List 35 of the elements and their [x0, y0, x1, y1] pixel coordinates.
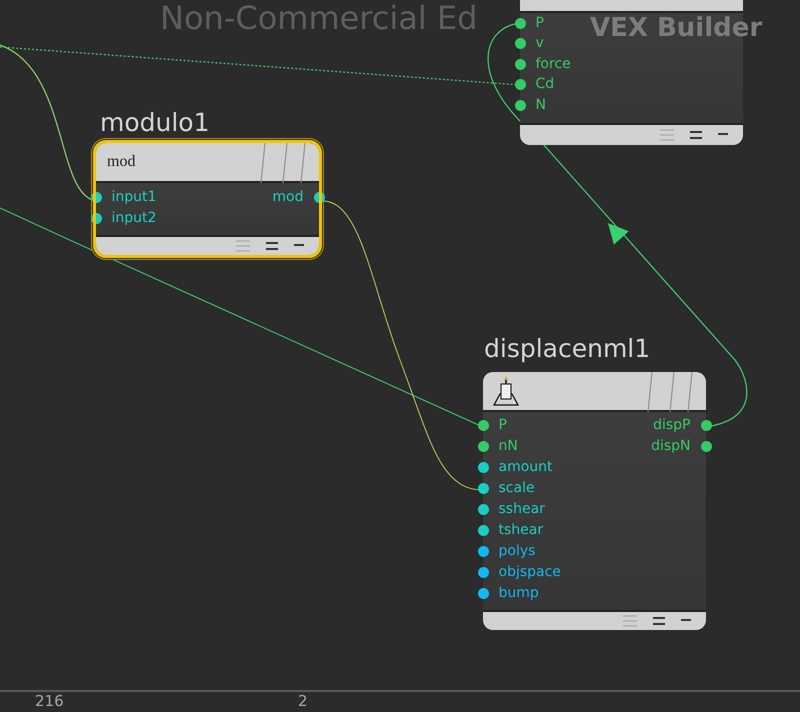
port-label: sshear: [498, 500, 545, 518]
port-label: P: [498, 416, 507, 434]
port-label: input2: [112, 208, 156, 228]
port-label: mod: [272, 188, 304, 208]
equals-icon: [265, 241, 279, 251]
equals-icon: [689, 130, 703, 140]
node-title: modulo1: [100, 110, 210, 135]
minus-icon: [293, 243, 305, 249]
port-label: polys: [498, 542, 536, 560]
port-label: P: [536, 14, 544, 33]
node-type-icon: [491, 375, 521, 407]
port-label: scale: [498, 478, 535, 498]
port-label: dispN: [651, 436, 690, 456]
minus-icon: [717, 132, 729, 138]
node-title: displacenml1: [484, 336, 650, 361]
port-label: objspace: [498, 562, 561, 582]
status-value: 2: [298, 694, 308, 709]
list-icon: [235, 239, 251, 253]
equals-icon: [652, 616, 666, 626]
port-label: v: [536, 34, 544, 54]
port-label: tshear: [498, 520, 544, 540]
status-value: 216: [35, 694, 64, 709]
port-label: Cd: [536, 75, 554, 94]
list-icon: [622, 614, 638, 628]
port-label: N: [536, 96, 546, 115]
minus-icon: [680, 618, 692, 624]
list-icon: [659, 128, 675, 142]
overlay-text: VEX Builder: [590, 15, 762, 41]
port-label: dispP: [653, 416, 690, 434]
port-label: input1: [112, 188, 156, 208]
port-label: nN: [498, 436, 518, 456]
port-label: force: [536, 54, 571, 74]
port-label: bump: [498, 584, 539, 602]
port-label: amount: [498, 458, 553, 476]
node-type-label: mod: [107, 152, 136, 172]
